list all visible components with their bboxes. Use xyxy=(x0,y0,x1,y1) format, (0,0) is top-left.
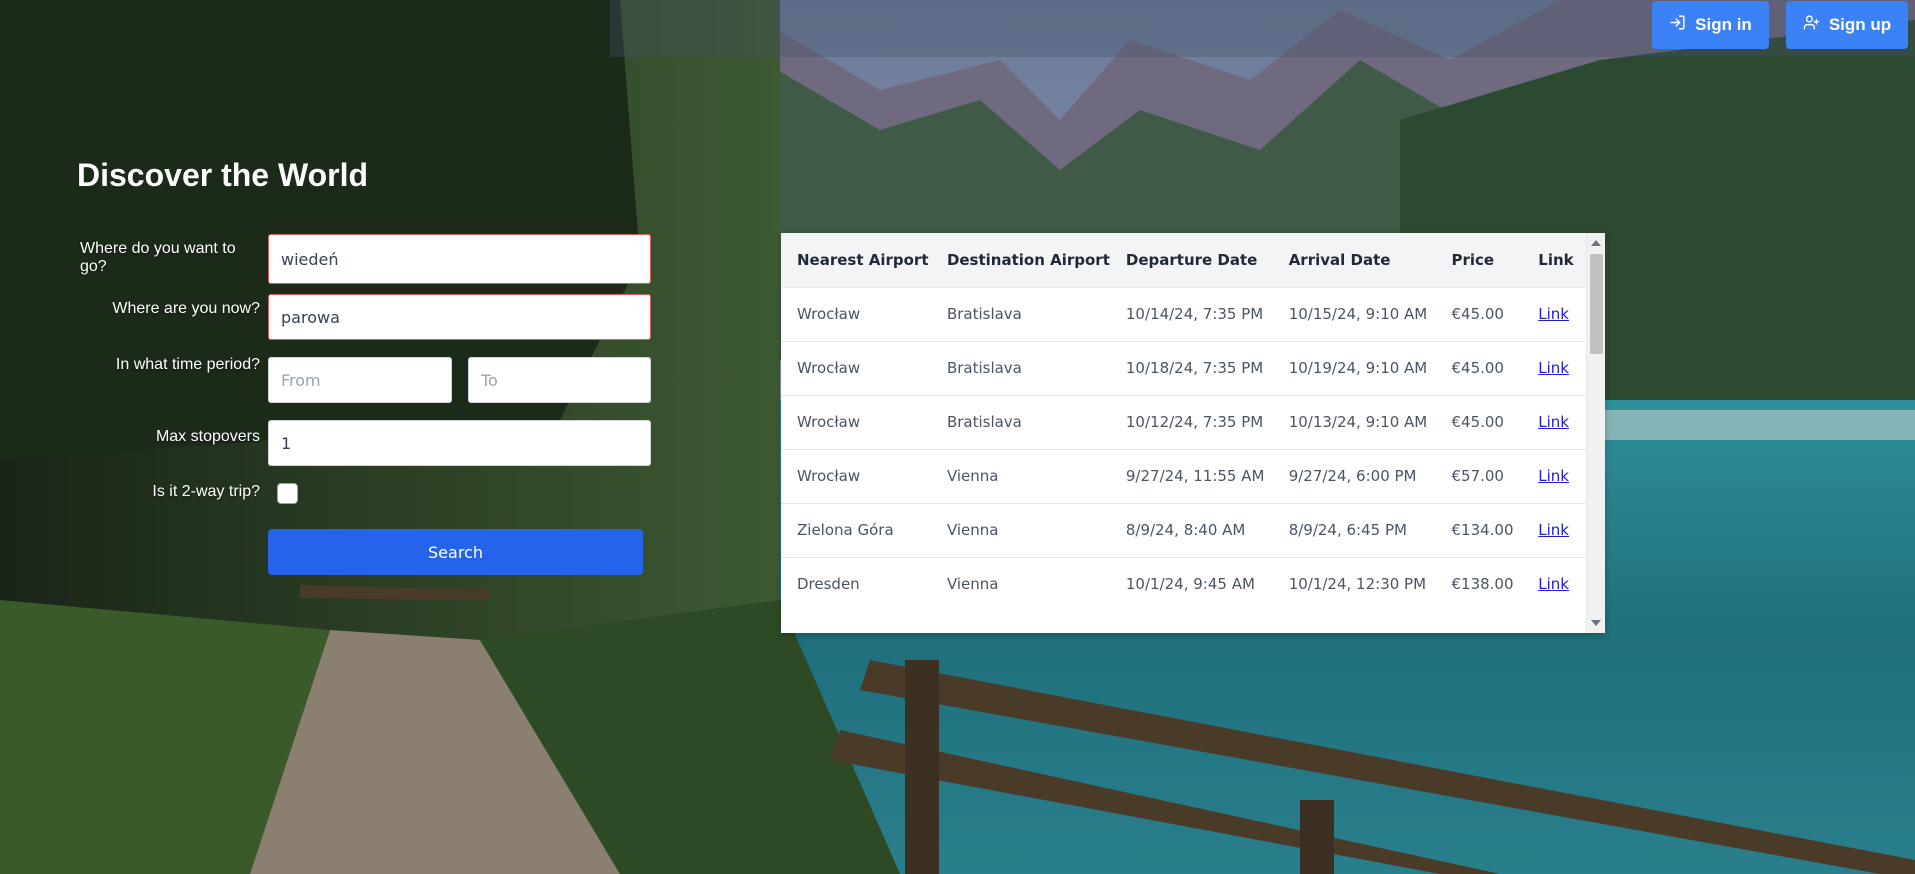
price-cell: €45.00 xyxy=(1435,394,1523,449)
table-row: Wrocław Bratislava 10/14/24, 7:35 PM 10/… xyxy=(781,286,1586,341)
price-cell: €138.00 xyxy=(1435,556,1523,611)
link-cell: Link xyxy=(1522,502,1586,557)
stopovers-label: Max stopovers xyxy=(155,428,260,445)
column-header: Nearest Airport xyxy=(797,250,929,269)
link-cell: Link xyxy=(1522,286,1586,341)
arrival-date-cell: 10/1/24, 12:30 PM xyxy=(1272,556,1436,611)
arrival-date-cell: 9/27/24, 6:00 PM xyxy=(1272,448,1436,503)
nearest-airport-cell: Wrocław xyxy=(781,286,931,341)
table-row: Zielona Góra Vienna 8/9/24, 8:40 AM 8/9/… xyxy=(781,502,1586,557)
departure-date-cell: 10/1/24, 9:45 AM xyxy=(1109,556,1273,611)
search-button[interactable]: Search xyxy=(268,529,643,575)
destination-label: Where do you want to go? xyxy=(80,240,236,275)
nearest-airport-cell: Wrocław xyxy=(781,394,931,449)
scroll-down-arrow-icon[interactable] xyxy=(1591,620,1601,626)
flight-link[interactable]: Link xyxy=(1538,575,1569,593)
results-table-container[interactable]: Nearest Airport Destination Airport Depa… xyxy=(781,233,1605,633)
table-row: Dresden Vienna 10/1/24, 9:45 AM 10/1/24,… xyxy=(781,556,1586,611)
flight-link[interactable]: Link xyxy=(1538,521,1569,539)
origin-input[interactable]: parowa xyxy=(268,294,651,340)
arrival-date-cell: 10/15/24, 9:10 AM xyxy=(1272,286,1436,341)
nearest-airport-cell: Wrocław xyxy=(781,340,931,395)
departure-date-cell: 10/12/24, 7:35 PM xyxy=(1109,394,1273,449)
price-cell: €45.00 xyxy=(1435,286,1523,341)
flight-link[interactable]: Link xyxy=(1538,467,1569,485)
date-from-input[interactable]: From xyxy=(268,357,452,403)
departure-date-cell: 8/9/24, 8:40 AM xyxy=(1109,502,1273,557)
sign-in-label: Sign in xyxy=(1695,15,1752,34)
price-cell: €45.00 xyxy=(1435,340,1523,395)
price-cell: €134.00 xyxy=(1435,502,1523,557)
twoway-label: Is it 2-way trip? xyxy=(152,483,260,500)
link-cell: Link xyxy=(1522,394,1586,449)
table-row: Wrocław Bratislava 10/12/24, 7:35 PM 10/… xyxy=(781,394,1586,449)
flight-link[interactable]: Link xyxy=(1538,359,1569,377)
link-cell: Link xyxy=(1522,556,1586,611)
destination-airport-cell: Vienna xyxy=(930,556,1110,611)
link-cell: Link xyxy=(1522,340,1586,395)
departure-date-cell: 9/27/24, 11:55 AM xyxy=(1109,448,1273,503)
destination-airport-cell: Bratislava xyxy=(930,394,1110,449)
nearest-airport-cell: Dresden xyxy=(781,556,931,611)
arrival-date-cell: 8/9/24, 6:45 PM xyxy=(1272,502,1436,557)
destination-input[interactable]: wiedeń xyxy=(268,234,651,284)
sign-in-button[interactable]: Sign in xyxy=(1652,1,1769,49)
scroll-thumb[interactable] xyxy=(1590,254,1603,354)
table-row: Wrocław Bratislava 10/18/24, 7:35 PM 10/… xyxy=(781,340,1586,395)
arrival-date-cell: 10/13/24, 9:10 AM xyxy=(1272,394,1436,449)
date-to-input[interactable]: To xyxy=(468,357,651,403)
flight-link[interactable]: Link xyxy=(1538,413,1569,431)
results-table: Nearest Airport Destination Airport Depa… xyxy=(781,233,1586,611)
sign-up-label: Sign up xyxy=(1828,15,1892,34)
column-header: Departure Date xyxy=(1125,250,1258,269)
column-header: Arrival Date xyxy=(1288,250,1391,269)
destination-airport-cell: Bratislava xyxy=(930,286,1110,341)
sign-in-icon xyxy=(1669,14,1686,36)
departure-date-cell: 10/18/24, 7:35 PM xyxy=(1109,340,1273,395)
table-scrollbar[interactable] xyxy=(1586,233,1605,633)
flight-link[interactable]: Link xyxy=(1538,305,1569,323)
price-cell: €57.00 xyxy=(1435,448,1523,503)
nearest-airport-cell: Zielona Góra xyxy=(781,502,931,557)
departure-date-cell: 10/14/24, 7:35 PM xyxy=(1109,286,1273,341)
nearest-airport-cell: Wrocław xyxy=(781,448,931,503)
column-header: Price xyxy=(1451,250,1495,269)
user-plus-icon xyxy=(1803,14,1820,36)
scroll-up-arrow-icon[interactable] xyxy=(1591,240,1601,246)
page-title: Discover the World xyxy=(77,157,369,193)
column-header: Destination Airport xyxy=(946,250,1110,269)
table-header-row: Nearest Airport Destination Airport Depa… xyxy=(781,233,1586,287)
arrival-date-cell: 10/19/24, 9:10 AM xyxy=(1272,340,1436,395)
column-header: Link xyxy=(1538,250,1574,269)
link-cell: Link xyxy=(1522,448,1586,503)
origin-label: Where are you now? xyxy=(112,300,260,317)
destination-airport-cell: Bratislava xyxy=(930,340,1110,395)
period-label: In what time period? xyxy=(115,356,260,373)
stopovers-input[interactable]: 1 xyxy=(268,420,651,466)
twoway-checkbox[interactable] xyxy=(277,483,298,504)
table-row: Wrocław Vienna 9/27/24, 11:55 AM 9/27/24… xyxy=(781,448,1586,503)
sign-up-button[interactable]: Sign up xyxy=(1786,1,1908,49)
destination-airport-cell: Vienna xyxy=(930,502,1110,557)
destination-airport-cell: Vienna xyxy=(930,448,1110,503)
